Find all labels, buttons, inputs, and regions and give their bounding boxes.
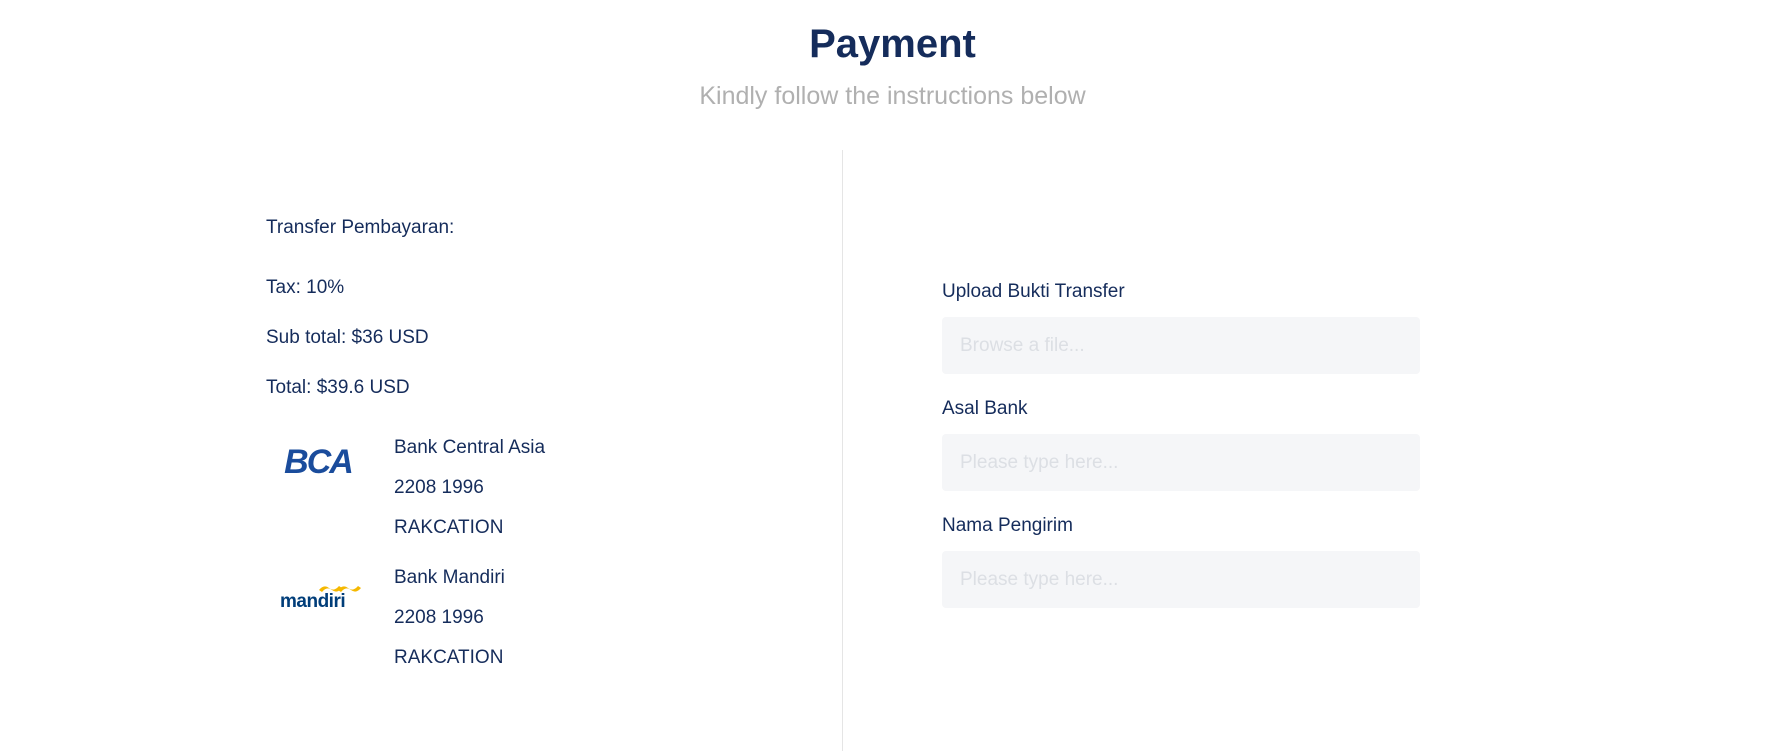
bca-logo-text: BCA (284, 443, 352, 481)
transfer-heading: Transfer Pembayaran: (266, 217, 455, 238)
mandiri-logo-icon: mandiri (266, 566, 371, 616)
page-subtitle: Kindly follow the instructions below (699, 82, 1086, 110)
sender-name-input[interactable] (942, 551, 1420, 608)
bca-logo-icon: BCA (266, 436, 371, 486)
column-divider (842, 150, 843, 751)
mandiri-logo-text: mandiri (280, 591, 345, 612)
account-name: RAKCATION (394, 647, 504, 668)
bank-name: Bank Mandiri (394, 567, 505, 588)
bank-name: Bank Central Asia (394, 437, 546, 458)
account-name: RAKCATION (394, 517, 504, 538)
bank-origin-input[interactable] (942, 434, 1420, 491)
page-title: Payment (809, 22, 976, 66)
upload-placeholder: Browse a file... (960, 334, 1085, 356)
bank-origin-label: Asal Bank (942, 398, 1028, 419)
upload-label: Upload Bukti Transfer (942, 281, 1125, 302)
sender-name-label: Nama Pengirim (942, 515, 1073, 536)
account-number: 2208 1996 (394, 477, 484, 498)
account-number: 2208 1996 (394, 607, 484, 628)
upload-file-input[interactable]: Browse a file... (942, 317, 1420, 374)
subtotal-text: Sub total: $36 USD (266, 327, 429, 348)
total-text: Total: $39.6 USD (266, 377, 410, 398)
tax-text: Tax: 10% (266, 277, 345, 298)
